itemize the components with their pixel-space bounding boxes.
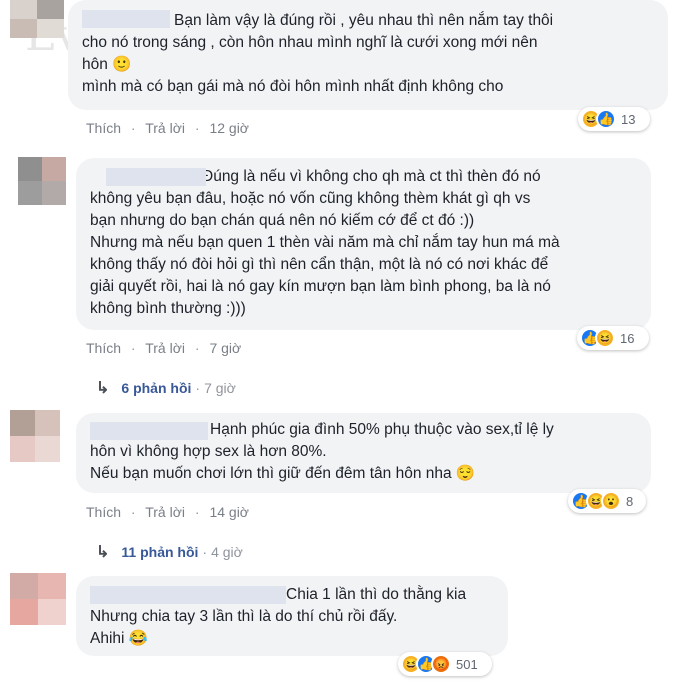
reaction-summary[interactable]: 😆 👍 13: [578, 107, 650, 131]
comment-bubble: Đúng là nếu vì không cho qh mà ct thì th…: [76, 158, 651, 330]
reaction-summary[interactable]: 😆 👍 😡 501: [398, 652, 492, 676]
comment-text: Đúng là nếu vì không cho qh mà ct thì th…: [90, 168, 560, 317]
comment-time[interactable]: 14 giờ: [209, 504, 249, 520]
author-name[interactable]: [106, 168, 206, 186]
reaction-count: 8: [626, 493, 634, 509]
author-name[interactable]: [90, 586, 286, 604]
reply-arrow-icon: ↳: [96, 544, 110, 561]
reply-link[interactable]: Trả lời: [145, 120, 185, 136]
comment-time[interactable]: 7 giờ: [209, 340, 241, 356]
wow-reaction-icon: 😮: [601, 491, 621, 511]
reply-arrow-icon: ↳: [96, 380, 110, 397]
view-replies-link[interactable]: ↳ 6 phản hồi · 7 giờ: [96, 378, 236, 398]
comment-bubble: Bạn làm vậy là đúng rồi , yêu nhau thì n…: [68, 0, 668, 110]
avatar[interactable]: [10, 0, 64, 38]
author-name[interactable]: [90, 422, 208, 440]
comment-time[interactable]: 12 giờ: [209, 120, 249, 136]
comment-actions: Thích · Trả lời · 7 giờ: [86, 340, 242, 356]
haha-reaction-icon: 😆: [595, 328, 615, 348]
reaction-count: 16: [620, 330, 635, 346]
reply-link[interactable]: Trả lời: [145, 504, 185, 520]
reply-link[interactable]: Trả lời: [145, 340, 185, 356]
like-link[interactable]: Thích: [86, 340, 121, 356]
view-replies-link[interactable]: ↳ 11 phản hồi · 4 giờ: [96, 542, 243, 562]
comment-bubble: Hạnh phúc gia đình 50% phụ thuộc vào sex…: [76, 413, 651, 493]
like-link[interactable]: Thích: [86, 504, 121, 520]
comment-actions: Thích · Trả lời · 12 giờ: [86, 120, 249, 136]
angry-reaction-icon: 😡: [431, 654, 451, 674]
author-name[interactable]: [82, 10, 170, 28]
avatar[interactable]: [18, 157, 66, 205]
reaction-summary[interactable]: 👍 😆 16: [577, 326, 649, 350]
comment-bubble: Chia 1 lần thì do thằng kia Nhưng chia t…: [76, 576, 508, 656]
reaction-count: 501: [456, 656, 478, 672]
like-reaction-icon: 👍: [596, 109, 616, 129]
like-link[interactable]: Thích: [86, 120, 121, 136]
avatar[interactable]: [10, 410, 60, 462]
reaction-summary[interactable]: 👍 😆 😮 8: [568, 489, 646, 513]
avatar[interactable]: [10, 573, 66, 625]
reaction-count: 13: [621, 111, 636, 127]
comment-actions: Thích · Trả lời · 14 giờ: [86, 504, 249, 520]
